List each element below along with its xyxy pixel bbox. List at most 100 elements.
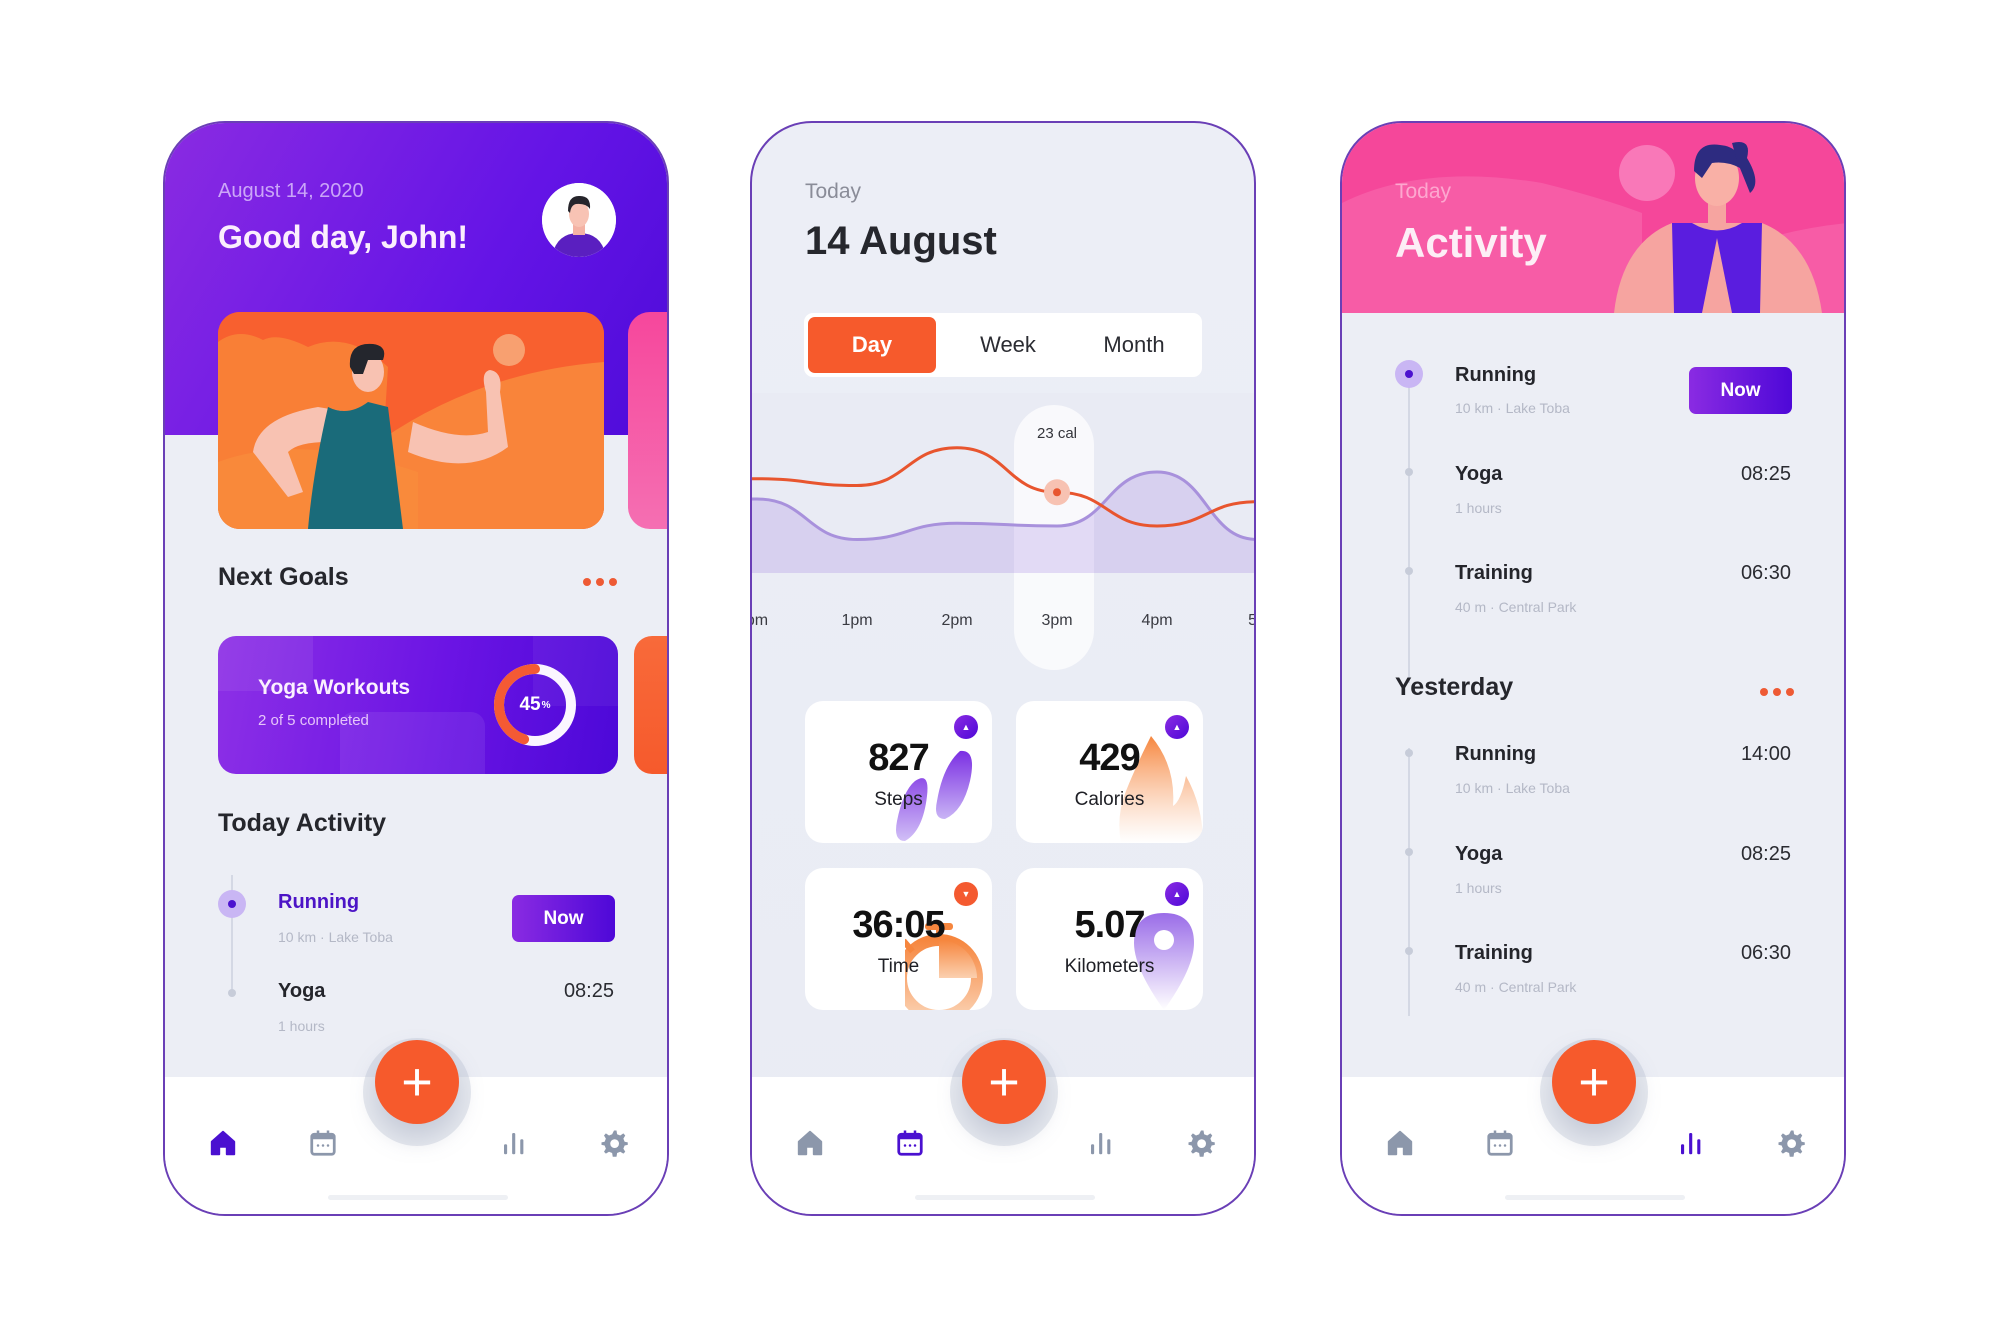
- timeline-dot: [1405, 947, 1413, 955]
- activity-detail: 40 m · Central Park: [1455, 979, 1577, 995]
- current-date: August 14, 2020: [218, 180, 364, 202]
- home-indicator: [328, 1195, 508, 1200]
- settings-icon: [1778, 1130, 1805, 1157]
- x-tick-label: pm: [752, 612, 768, 629]
- now-button[interactable]: Now: [512, 895, 615, 942]
- user-avatar-icon: [542, 183, 616, 257]
- nav-stats[interactable]: [496, 1125, 532, 1161]
- home-icon: [797, 1130, 823, 1156]
- calendar-icon: [897, 1130, 923, 1156]
- nav-stats[interactable]: [1083, 1125, 1119, 1161]
- activity-detail: 1 hours: [278, 1018, 325, 1034]
- stat-card-steps[interactable]: ▲ 827 Steps: [805, 701, 992, 843]
- activity-name: Yoga: [1455, 463, 1503, 485]
- home-icon: [1387, 1130, 1413, 1156]
- activity-detail: 1 hours: [1455, 880, 1502, 896]
- nav-home[interactable]: [792, 1125, 828, 1161]
- tab-day[interactable]: Day: [808, 317, 936, 373]
- activity-name: Running: [278, 891, 360, 913]
- home-indicator: [1505, 1195, 1685, 1200]
- trend-up-badge: ▲: [1165, 882, 1189, 906]
- phone-activity-screen: Today Activity Running 10 km · Lake Toba…: [1340, 121, 1846, 1216]
- goal-title: Yoga Workouts: [258, 676, 411, 699]
- activity-name: Yoga: [1455, 843, 1503, 865]
- page-title: Activity: [1395, 219, 1547, 266]
- activity-detail: 10 km · Lake Toba: [278, 929, 393, 945]
- tab-week[interactable]: Week: [944, 317, 1072, 373]
- activity-time: 06:30: [1740, 562, 1791, 584]
- timeline-line: [1408, 373, 1410, 683]
- stats-icon: [1681, 1133, 1701, 1155]
- next-goal-card-peek[interactable]: [634, 636, 667, 774]
- next-featured-card-peek[interactable]: [628, 312, 667, 529]
- nav-home[interactable]: [1382, 1125, 1418, 1161]
- header-background: [1342, 123, 1844, 313]
- add-button[interactable]: +: [375, 1040, 459, 1124]
- x-tick-label: 1pm: [841, 612, 872, 629]
- nav-settings[interactable]: [596, 1125, 632, 1161]
- activity-name: Training: [1455, 942, 1533, 964]
- stat-label: Calories: [1074, 789, 1145, 810]
- nav-calendar[interactable]: [1482, 1125, 1518, 1161]
- activity-detail: 10 km · Lake Toba: [1455, 780, 1570, 796]
- stat-value: 36:05: [852, 904, 945, 946]
- stat-card-kilometers[interactable]: ▲ 5.07 Kilometers: [1016, 868, 1203, 1010]
- avatar[interactable]: [542, 183, 616, 257]
- stat-value: 5.07: [1074, 904, 1146, 946]
- activity-detail: 40 m · Central Park: [1455, 599, 1577, 615]
- meditation-illustration: [1342, 142, 1844, 313]
- home-icon: [210, 1130, 236, 1156]
- activity-time: 14:00: [1740, 743, 1791, 765]
- timeline-dot: [1405, 567, 1413, 575]
- goal-card-yoga[interactable]: Yoga Workouts 2 of 5 completed 45%: [218, 636, 618, 774]
- highlight-label: 23 cal: [1037, 425, 1077, 442]
- tab-month[interactable]: Month: [1070, 317, 1198, 373]
- home-indicator: [915, 1195, 1095, 1200]
- more-dots-icon[interactable]: [583, 578, 617, 586]
- next-goals-title: Next Goals: [218, 563, 349, 591]
- calendar-icon: [310, 1130, 336, 1156]
- activity-detail: 10 km · Lake Toba: [1455, 400, 1570, 416]
- stat-card-time[interactable]: ▼ 36:05 Time: [805, 868, 992, 1010]
- runner-illustration: [218, 312, 604, 529]
- activity-name: Training: [1455, 562, 1533, 584]
- timeline-dot: [1405, 848, 1413, 856]
- activity-name: Running: [1455, 743, 1537, 765]
- nav-settings[interactable]: [1773, 1125, 1809, 1161]
- nav-calendar[interactable]: [305, 1125, 341, 1161]
- timeline-line: [1408, 748, 1410, 1016]
- nav-home[interactable]: [205, 1125, 241, 1161]
- nav-stats[interactable]: [1673, 1125, 1709, 1161]
- today-label: Today: [1395, 180, 1452, 203]
- stat-value: 827: [868, 737, 929, 779]
- timeline-dot: [228, 989, 236, 997]
- featured-workout-card[interactable]: [218, 312, 604, 529]
- today-activity-title: Today Activity: [218, 809, 387, 837]
- add-button[interactable]: +: [1552, 1040, 1636, 1124]
- now-button[interactable]: Now: [1689, 367, 1792, 414]
- stat-value: 429: [1079, 737, 1140, 779]
- activity-time: 06:30: [1740, 942, 1791, 964]
- x-tick-label: 3pm: [1041, 612, 1072, 629]
- highlight-point: [1053, 488, 1061, 497]
- stat-card-calories[interactable]: ▲ 429 Calories: [1016, 701, 1203, 843]
- page-title: 14 August: [805, 219, 997, 263]
- stats-icon: [504, 1133, 524, 1155]
- activity-name: Running: [1455, 364, 1537, 386]
- activity-time: 08:25: [1740, 843, 1791, 865]
- period-segmented-control: Day Week Month: [804, 313, 1202, 377]
- timeline-dot: [1405, 468, 1413, 476]
- goal-percent: 45%: [519, 694, 551, 715]
- activity-time: 08:25: [1740, 463, 1791, 485]
- x-tick-label: 4pm: [1141, 612, 1172, 629]
- settings-icon: [1188, 1130, 1215, 1157]
- nav-settings[interactable]: [1183, 1125, 1219, 1161]
- stat-label: Steps: [874, 789, 923, 810]
- stat-label: Time: [877, 956, 920, 977]
- add-button[interactable]: +: [962, 1040, 1046, 1124]
- nav-calendar[interactable]: [892, 1125, 928, 1161]
- x-tick-label: 5p: [1248, 612, 1256, 629]
- timeline-dot: [1405, 749, 1413, 757]
- today-label: Today: [805, 180, 862, 203]
- more-dots-icon[interactable]: [1760, 688, 1794, 696]
